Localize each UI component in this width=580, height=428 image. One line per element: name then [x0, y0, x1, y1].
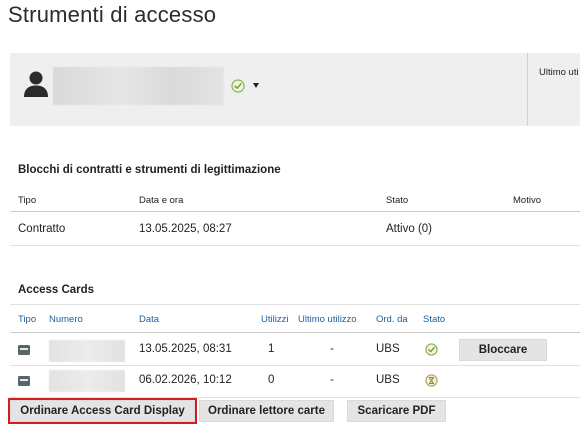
card-icon: [18, 376, 30, 386]
card-row-ord: UBS: [376, 343, 400, 355]
access-cards-header-tipo[interactable]: Tipo: [18, 314, 36, 325]
user-panel: Ultimo uti: [10, 53, 580, 126]
download-pdf-button[interactable]: Scaricare PDF: [347, 400, 446, 422]
card-row-divider: [10, 397, 580, 398]
contracts-header-stato: Stato: [386, 195, 409, 206]
contracts-header-tipo: Tipo: [18, 195, 37, 206]
contracts-header-divider: [10, 211, 580, 212]
card-row-data: 13.05.2025, 08:31: [139, 343, 232, 355]
access-cards-header-utilizzi[interactable]: Utilizzi: [261, 314, 288, 325]
contract-row-data: 13.05.2025, 08:27: [139, 223, 232, 235]
chevron-down-icon[interactable]: [253, 83, 259, 88]
card-row-ultimo: -: [330, 374, 334, 386]
card-row-utilizzi: 1: [268, 343, 275, 355]
access-cards-section-title: Access Cards: [18, 284, 95, 296]
user-avatar-icon: [24, 71, 48, 97]
access-cards-header-ord[interactable]: Ord. da: [376, 314, 408, 325]
card-number-redacted: [49, 340, 125, 362]
contracts-header-motivo: Motivo: [513, 195, 541, 206]
hourglass-icon: [425, 374, 438, 387]
access-cards-header-stato[interactable]: Stato: [423, 314, 445, 325]
access-cards-title-divider: [10, 304, 580, 305]
card-icon: [18, 345, 30, 355]
contract-row-stato: Attivo (0): [386, 223, 433, 235]
card-row-ultimo: -: [330, 343, 334, 355]
block-card-button[interactable]: Bloccare: [459, 339, 547, 361]
last-use-label: Ultimo uti: [539, 67, 579, 78]
access-cards-header-ultimo[interactable]: Ultimo utilizzo: [298, 314, 357, 325]
contracts-header-data: Data e ora: [139, 195, 184, 206]
check-circle-icon: [425, 343, 438, 356]
order-card-reader-button[interactable]: Ordinare lettore carte: [199, 400, 334, 422]
card-row-divider: [10, 365, 580, 366]
user-name-redacted: [53, 67, 224, 105]
card-row-data: 06.02.2026, 10:12: [139, 374, 232, 386]
page-title: Strumenti di accesso: [8, 2, 217, 27]
card-number-redacted: [49, 370, 125, 392]
access-cards-header-divider: [10, 332, 580, 333]
card-row-ord: UBS: [376, 374, 400, 386]
contracts-row-divider: [10, 245, 580, 246]
access-cards-header-data[interactable]: Data: [139, 314, 159, 325]
contracts-section-title: Blocchi di contratti e strumenti di legi…: [18, 164, 281, 176]
card-row-utilizzi: 0: [268, 374, 275, 386]
order-access-card-display-button[interactable]: Ordinare Access Card Display: [8, 398, 197, 424]
check-circle-icon: [231, 79, 245, 93]
panel-divider: [527, 53, 528, 126]
access-cards-header-numero[interactable]: Numero: [49, 314, 83, 325]
contract-row-tipo: Contratto: [18, 223, 66, 235]
